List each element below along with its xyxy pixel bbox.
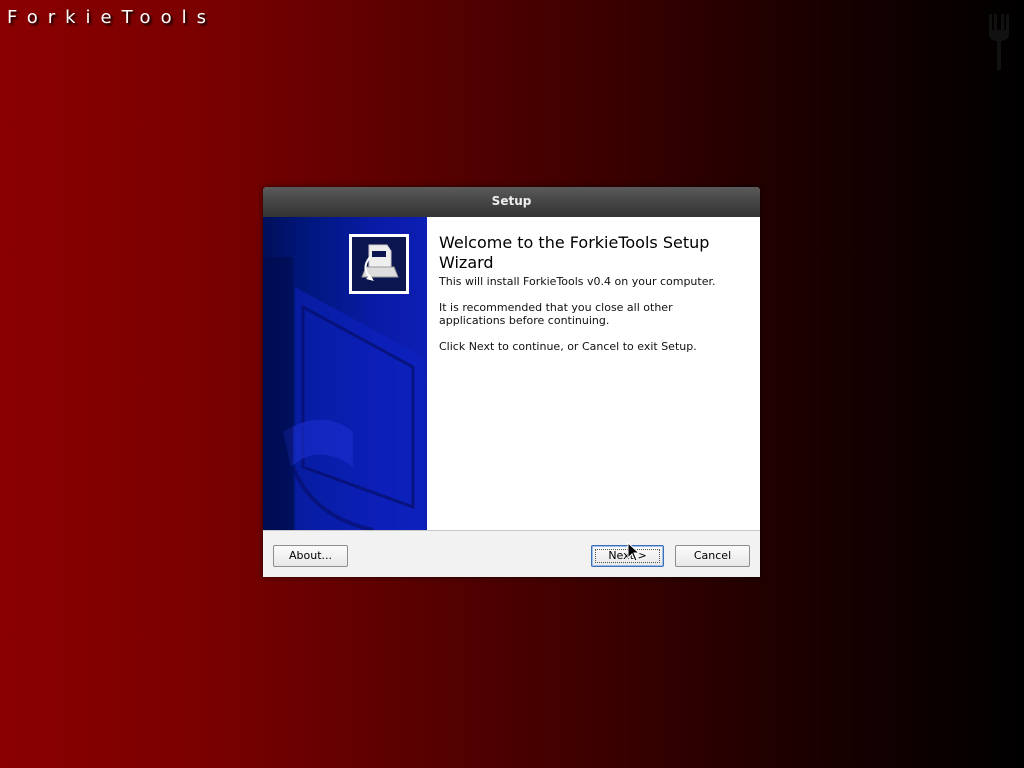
focus-ring [595,549,660,563]
close-apps-text: It is recommended that you close all oth… [439,301,673,327]
next-button[interactable]: Next > [591,545,664,567]
setup-dialog: Setup Welcome to the ForkieTools Setup W [263,187,760,577]
welcome-heading: Welcome to the ForkieTools Setup Wizard [439,233,710,272]
about-button[interactable]: About... [273,545,348,567]
wizard-content: Welcome to the ForkieTools Setup Wizard … [427,217,760,530]
install-info-text: This will install ForkieTools v0.4 on yo… [439,275,716,288]
footer-divider [263,530,760,531]
installer-title: ForkieTools [7,7,216,28]
fork-icon [989,14,1009,70]
dialog-titlebar[interactable]: Setup [263,187,760,218]
cancel-button[interactable]: Cancel [675,545,750,567]
setup-installer-icon [349,234,409,294]
wizard-side-panel [263,217,427,530]
instructions-text: Click Next to continue, or Cancel to exi… [439,340,697,353]
dialog-title: Setup [491,194,532,208]
